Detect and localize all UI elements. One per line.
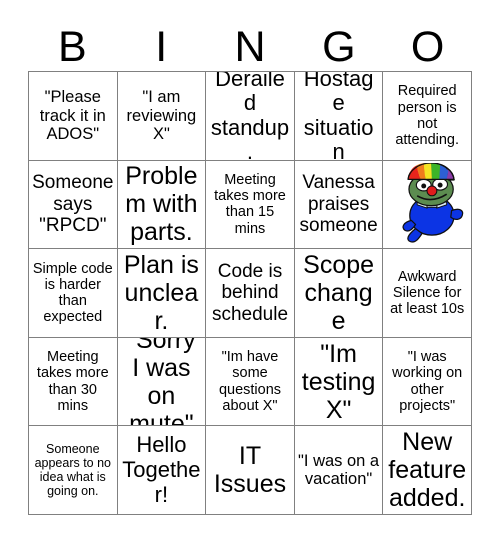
bingo-square-text: Meeting takes more than 15 mins bbox=[214, 171, 286, 237]
bingo-grid: "Please track it in ADOS" "I am reviewing… bbox=[28, 71, 472, 515]
bingo-square-text: Hello Together! bbox=[122, 432, 201, 507]
bingo-square-text: Scope change bbox=[303, 251, 375, 335]
bingo-square-text: Hostage situation bbox=[303, 72, 374, 161]
bingo-square-text: "Please track it in ADOS" bbox=[39, 88, 106, 144]
bingo-square-text: Someone says "RPCD" bbox=[32, 172, 114, 237]
bingo-square-text: Awkward Silence for at least 10s bbox=[390, 268, 465, 318]
bingo-square-b4[interactable]: Meeting takes more than 30 mins bbox=[29, 337, 118, 427]
bingo-square-text: "Im testing X" bbox=[301, 339, 376, 424]
bingo-square-text: Vanessa praises someone bbox=[299, 172, 378, 237]
bingo-square-g5[interactable]: "I was on a vacation" bbox=[294, 426, 384, 515]
bingo-square-b1[interactable]: "Please track it in ADOS" bbox=[29, 72, 118, 161]
bingo-square-o3[interactable]: Awkward Silence for at least 10s bbox=[383, 249, 472, 338]
bingo-square-o4[interactable]: "I was working on other projects" bbox=[383, 337, 472, 427]
bingo-square-g4[interactable]: "Im testing X" bbox=[294, 337, 384, 427]
bingo-square-b5[interactable]: Someone appears to no idea what is going… bbox=[29, 426, 118, 515]
bingo-square-text: Derailed standup. bbox=[210, 72, 290, 161]
bingo-header-row: B I N G O bbox=[28, 14, 472, 71]
bingo-header-letter-i: I bbox=[155, 23, 168, 71]
bingo-square-i2[interactable]: Problem with parts. bbox=[117, 160, 207, 250]
bingo-header-letter-b: B bbox=[58, 23, 87, 71]
bingo-square-b3[interactable]: Simple code is harder than expected bbox=[29, 249, 118, 338]
bingo-card: B I N G O "Please track it in ADOS" "I am… bbox=[0, 0, 500, 544]
bingo-square-text: "I was working on other projects" bbox=[392, 349, 463, 414]
bingo-header-letter-n: N bbox=[234, 23, 266, 71]
bingo-square-o5[interactable]: New feature added. bbox=[383, 426, 472, 515]
bingo-square-text: Problem with parts. bbox=[125, 162, 198, 247]
bingo-square-g1[interactable]: Hostage situation bbox=[294, 72, 384, 161]
bingo-square-g3[interactable]: Scope change bbox=[294, 249, 384, 338]
bingo-square-text: "I was on a vacation" bbox=[298, 451, 380, 489]
bingo-square-text: Simple code is harder than expected bbox=[32, 260, 113, 326]
bingo-square-o2[interactable] bbox=[383, 160, 472, 250]
bingo-square-text: Meeting takes more than 30 mins bbox=[36, 349, 109, 414]
bingo-square-i4[interactable]: "Sorry I was on mute" bbox=[117, 337, 207, 427]
bingo-square-i3[interactable]: Plan is unclear. bbox=[117, 249, 207, 338]
bingo-square-g2[interactable]: Vanessa praises someone bbox=[294, 160, 384, 250]
bingo-square-text: Someone appears to no idea what is going… bbox=[34, 442, 112, 499]
bingo-square-text: "I am reviewing X" bbox=[126, 88, 197, 144]
bingo-square-text: "Im have some questions about X" bbox=[218, 349, 282, 414]
bingo-square-text: IT Issues bbox=[213, 442, 287, 499]
bingo-square-text: Plan is unclear. bbox=[123, 251, 199, 335]
bingo-square-n1[interactable]: Derailed standup. bbox=[206, 72, 295, 161]
bingo-square-b2[interactable]: Someone says "RPCD" bbox=[29, 160, 118, 250]
bingo-square-i5[interactable]: Hello Together! bbox=[117, 426, 207, 515]
bingo-square-i1[interactable]: "I am reviewing X" bbox=[117, 72, 207, 161]
clown-pepe-illustration bbox=[402, 163, 464, 244]
bingo-header-letter-o: O bbox=[410, 23, 445, 71]
bingo-square-n3[interactable]: Code is behind schedule bbox=[206, 249, 295, 338]
bingo-square-text: Code is behind schedule bbox=[211, 261, 289, 325]
bingo-square-n5[interactable]: IT Issues bbox=[206, 426, 295, 515]
bingo-header-letter-g: G bbox=[322, 23, 356, 71]
bingo-square-o1[interactable]: Required person is not attending. bbox=[383, 72, 472, 161]
bingo-square-text: "Sorry I was on mute" bbox=[127, 337, 196, 427]
bingo-square-text: Required person is not attending. bbox=[395, 83, 460, 149]
bingo-square-n4[interactable]: "Im have some questions about X" bbox=[206, 337, 295, 427]
bingo-square-text: New feature added. bbox=[388, 428, 467, 513]
bingo-square-n2[interactable]: Meeting takes more than 15 mins bbox=[206, 160, 295, 250]
